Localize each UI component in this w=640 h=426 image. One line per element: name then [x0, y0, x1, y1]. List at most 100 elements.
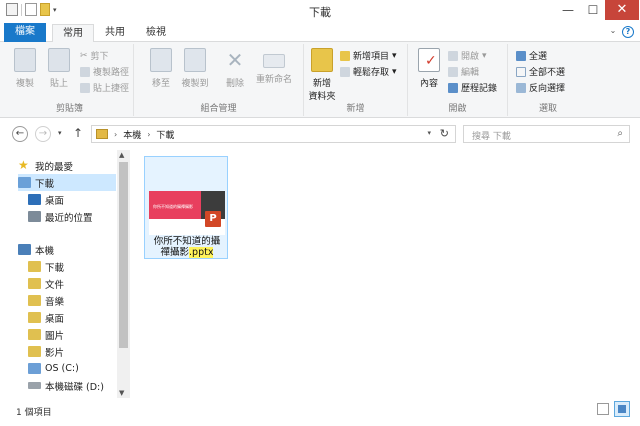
- delete-button[interactable]: ✕ 刪除: [218, 48, 252, 89]
- scissors-icon: ✂: [80, 50, 88, 61]
- open-button[interactable]: 開啟 ▾: [448, 49, 487, 62]
- large-icons-view-icon[interactable]: [614, 401, 630, 417]
- navigation-bar: ← → ▾ ↑ › 本機 › 下載 ▾ ↻ 搜尋 下載 ⌕: [0, 118, 640, 148]
- downloads-folder-icon: [28, 261, 41, 272]
- minimize-button[interactable]: —: [555, 0, 581, 20]
- select-group-label: 選取: [538, 104, 557, 114]
- delete-x-icon: ✕: [226, 48, 244, 72]
- select-none-button[interactable]: 全部不選: [516, 65, 565, 78]
- move-to-icon: [150, 48, 172, 72]
- paste-shortcut-button[interactable]: 貼上捷徑: [80, 81, 129, 94]
- breadcrumb-this-pc[interactable]: 本機: [123, 128, 141, 141]
- copy-to-label: 複製到: [181, 79, 209, 89]
- ribbon-tabs: 檔案 常用 共用 檢視 ⌄ ?: [0, 22, 640, 43]
- copy-icon: [14, 48, 36, 72]
- select-all-label: 全選: [529, 52, 548, 62]
- hard-drive-icon: [28, 382, 41, 389]
- easy-access-button[interactable]: 輕鬆存取 ▾: [340, 65, 397, 78]
- search-input[interactable]: 搜尋 下載 ⌕: [463, 125, 630, 143]
- file-item-pptx[interactable]: 你所不知道的攝禪攝影 P 你所不知道的攝 禪攝影.pptx: [144, 156, 228, 259]
- tab-file[interactable]: 檔案: [4, 23, 46, 42]
- group-select: 全選 全部不選 反向選擇 選取: [508, 44, 588, 116]
- copy-to-button[interactable]: 複製到: [178, 48, 212, 89]
- title-bar: ▾ 下載 — ☐ ✕: [0, 0, 640, 22]
- copy-path-icon: [80, 66, 90, 77]
- address-folder-icon: [96, 129, 108, 139]
- new-item-label: 新增項目: [353, 52, 390, 62]
- paste-button[interactable]: 貼上: [42, 48, 76, 89]
- rename-button[interactable]: 重新命名: [252, 48, 296, 85]
- pictures-folder-icon: [28, 329, 41, 340]
- desktop-icon: [28, 194, 41, 205]
- history-button[interactable]: 歷程記錄: [448, 81, 497, 94]
- crumb-separator[interactable]: ›: [114, 130, 117, 139]
- nav-label: 下載: [35, 178, 55, 190]
- address-bar[interactable]: › 本機 › 下載 ▾ ↻: [91, 125, 456, 143]
- forward-button[interactable]: →: [35, 126, 51, 142]
- slide-caption: 你所不知道的攝禪攝影: [153, 204, 193, 209]
- edit-icon: [448, 66, 458, 77]
- file-name[interactable]: 你所不知道的攝 禪攝影.pptx: [145, 236, 229, 258]
- paste-icon: [48, 48, 70, 72]
- help-icon[interactable]: ?: [622, 26, 634, 38]
- maximize-button[interactable]: ☐: [580, 0, 606, 20]
- ribbon-expand-icon[interactable]: ⌄: [606, 26, 620, 38]
- nav-label: 音樂: [45, 296, 65, 308]
- properties-button[interactable]: ✓ 內容: [412, 48, 446, 89]
- select-none-label: 全部不選: [529, 68, 566, 78]
- scroll-up-icon[interactable]: ▲: [119, 151, 124, 159]
- desktop-folder-icon: [28, 312, 41, 323]
- back-button[interactable]: ←: [12, 126, 28, 142]
- recent-places-icon: [28, 211, 41, 222]
- nav-label: 桌面: [45, 313, 65, 325]
- breadcrumb-downloads[interactable]: 下載: [156, 128, 174, 141]
- group-new: 新增 資料夾 新增項目 ▾ 輕鬆存取 ▾ 新增: [304, 44, 408, 116]
- navpane-scrollbar[interactable]: ▲ ▼: [117, 150, 130, 398]
- new-folder-button[interactable]: 新增 資料夾: [304, 48, 340, 102]
- easy-access-icon: [340, 66, 350, 77]
- tab-view[interactable]: 檢視: [136, 24, 176, 42]
- videos-folder-icon: [28, 346, 41, 357]
- tab-home[interactable]: 常用: [52, 24, 94, 43]
- tab-share[interactable]: 共用: [95, 24, 135, 42]
- group-open: ✓ 內容 開啟 ▾ 編輯 歷程記錄 開啟: [408, 44, 508, 116]
- scrollbar-thumb[interactable]: [119, 162, 128, 348]
- rename-label: 重新命名: [255, 75, 292, 85]
- window-title: 下載: [309, 6, 331, 19]
- search-placeholder: 搜尋 下載: [472, 132, 511, 142]
- close-button[interactable]: ✕: [605, 0, 639, 20]
- documents-folder-icon: [28, 278, 41, 289]
- nav-favorites-downloads[interactable]: 下載: [18, 174, 116, 191]
- move-to-button[interactable]: 移至: [144, 48, 178, 89]
- search-icon[interactable]: ⌕: [617, 128, 623, 139]
- scroll-down-icon[interactable]: ▼: [119, 389, 124, 397]
- rename-icon: [263, 54, 285, 68]
- open-dropdown-icon: ▾: [482, 50, 487, 61]
- refresh-icon[interactable]: ↻: [440, 127, 449, 140]
- copy-button[interactable]: 複製: [8, 48, 42, 89]
- nav-label: 本機磁碟 (D:): [45, 381, 104, 393]
- edit-button[interactable]: 編輯: [448, 65, 479, 78]
- file-list[interactable]: 你所不知道的攝禪攝影 P 你所不知道的攝 禪攝影.pptx: [131, 148, 640, 398]
- crumb-separator[interactable]: ›: [147, 130, 150, 139]
- navigation-pane: ★ 我的最愛 下載 桌面 最近的位置 本機 下載 文件 音樂 桌面 圖片 影片: [0, 148, 130, 398]
- copy-path-label: 複製路徑: [93, 68, 130, 78]
- paste-shortcut-label: 貼上捷徑: [93, 84, 130, 94]
- favorites-label: 我的最愛: [35, 161, 74, 173]
- copy-path-button[interactable]: 複製路徑: [80, 65, 129, 78]
- cut-button[interactable]: ✂ 剪下: [80, 49, 109, 63]
- details-view-icon[interactable]: [597, 403, 609, 415]
- address-dropdown-icon[interactable]: ▾: [427, 129, 431, 137]
- new-item-dropdown-icon: ▾: [392, 50, 397, 61]
- history-label: 歷程記錄: [461, 84, 498, 94]
- nav-label: 圖片: [45, 330, 65, 342]
- up-button[interactable]: ↑: [73, 126, 83, 140]
- invert-selection-button[interactable]: 反向選擇: [516, 81, 565, 94]
- select-all-button[interactable]: 全選: [516, 49, 547, 62]
- paste-label: 貼上: [49, 79, 68, 89]
- status-bar: 1 個項目: [0, 398, 640, 426]
- new-item-button[interactable]: 新增項目 ▾: [340, 49, 397, 62]
- recent-locations-icon[interactable]: ▾: [58, 129, 62, 137]
- open-label: 開啟: [461, 52, 480, 62]
- computer-icon: [18, 244, 31, 255]
